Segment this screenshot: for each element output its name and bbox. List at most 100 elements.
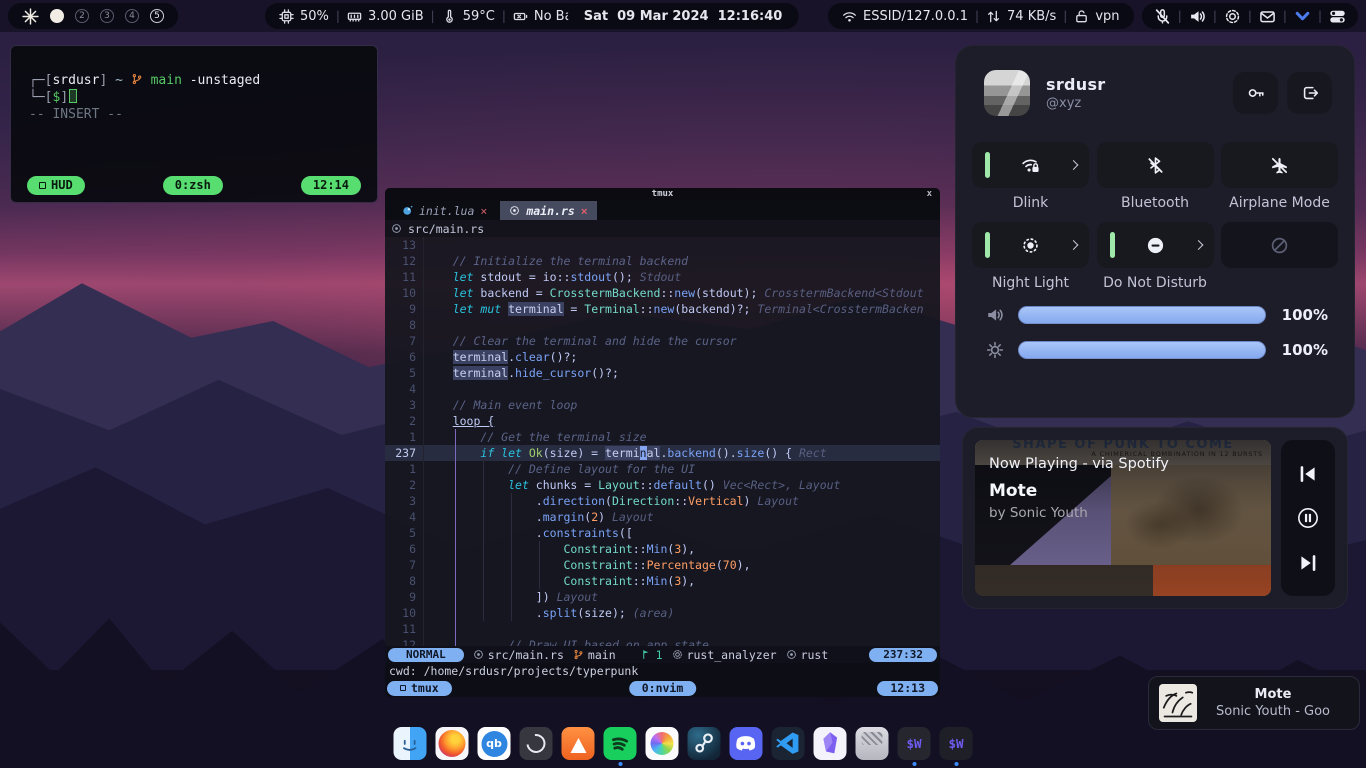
dock-icon-steam[interactable] (688, 727, 721, 760)
toggle-button-idle[interactable] (1221, 222, 1338, 268)
slider-value: 100% (1280, 306, 1328, 324)
line-number: 8 (385, 317, 423, 333)
lock-keys-button[interactable] (1233, 72, 1278, 114)
dock-icon-qbittorrent[interactable]: qb (478, 727, 511, 760)
dock-icon-discord[interactable] (730, 727, 763, 760)
volume-slider[interactable] (1018, 306, 1266, 324)
thermometer-icon (442, 9, 457, 24)
discord-icon (730, 727, 763, 760)
workspace-4[interactable]: 4 (125, 9, 139, 23)
code-token: (stdout); (695, 286, 764, 300)
code-line: 2 loop { (385, 413, 940, 429)
speaker-icon[interactable] (1189, 8, 1206, 25)
dock-icon-trash[interactable] (856, 727, 889, 760)
tmux-session[interactable]: tmux (387, 681, 452, 696)
tmux-clock: 12:13 (877, 681, 938, 696)
tab-close-icon[interactable]: × (581, 204, 588, 218)
mic-muted-icon[interactable] (1154, 8, 1171, 25)
tab-close-icon[interactable]: × (480, 204, 487, 218)
code-token: 70 (723, 558, 737, 572)
workspace-3[interactable]: 3 (100, 9, 114, 23)
code-token: Layout (612, 510, 654, 524)
dock-icon-vscode[interactable] (772, 727, 805, 760)
system-tray: ||||| (1142, 3, 1358, 29)
code-token: Min (647, 574, 668, 588)
code-token (425, 590, 536, 604)
brightness-slider[interactable] (1018, 341, 1266, 359)
line-number: 4 (385, 381, 423, 397)
chevron-right-icon[interactable] (1069, 240, 1079, 250)
prompt-user: srdusr (52, 73, 99, 88)
chevron-right-icon[interactable] (1193, 240, 1203, 250)
code-token: let (508, 478, 536, 492)
toggles-icon[interactable] (1329, 8, 1346, 25)
dock-icon-spotify[interactable] (604, 727, 637, 760)
code-token: (size); (577, 606, 632, 620)
vlc-icon (562, 727, 595, 760)
chevron-right-icon[interactable] (1069, 160, 1079, 170)
line-number: 8 (385, 573, 423, 589)
toggle-button-airplane-mode[interactable] (1221, 142, 1338, 188)
dock-icon-obsidian[interactable] (814, 727, 847, 760)
code-token: terminal (453, 350, 508, 364)
toggle-button-do-not-disturb[interactable] (1097, 222, 1214, 268)
tmux-session-hud[interactable]: HUD (27, 176, 85, 195)
close-button[interactable]: x (927, 188, 932, 201)
statusline-diagnostics[interactable]: 1 (641, 648, 663, 662)
code-token: ]) (536, 590, 557, 604)
dock-icon-photos[interactable] (646, 727, 679, 760)
toggle-button-dlink[interactable] (972, 142, 1089, 188)
tab-init.lua[interactable]: init.lua× (393, 201, 496, 220)
notification[interactable]: Mote Sonic Youth - Goo (1148, 676, 1360, 730)
previous-track-icon[interactable] (1297, 463, 1319, 485)
code-token (425, 430, 480, 444)
code-area[interactable]: 1312 // Initialize the terminal backend1… (385, 237, 940, 646)
logout-button[interactable] (1287, 72, 1332, 114)
dock-icon-file-manager[interactable] (394, 727, 427, 760)
code-line: 3 .direction(Direction::Vertical) Layout (385, 493, 940, 509)
workspace-2[interactable]: 2 (75, 9, 89, 23)
dock-icon-app-swirl[interactable] (520, 727, 553, 760)
dock-icon-vlc[interactable] (562, 727, 595, 760)
pause-circle-icon[interactable] (1297, 507, 1319, 529)
code-token (425, 462, 508, 476)
notification-text: Mote Sonic Youth - Goo (1197, 687, 1349, 719)
statusline-file[interactable]: src/main.rs (473, 648, 564, 662)
divider (495, 9, 513, 24)
dock-icon-dollar-w2[interactable]: $W (940, 727, 973, 760)
code-token: . (508, 366, 515, 380)
gear-icon[interactable] (1224, 8, 1241, 25)
terminal-window[interactable]: ┌─[srdusr] ~ main -unstaged └─[$] -- INS… (10, 45, 378, 203)
code-line: 9 let mut terminal = Terminal::new(backe… (385, 301, 940, 317)
toggle-button-night-light[interactable] (972, 222, 1089, 268)
clock[interactable]: Sat 09 Mar 2024 12:16:40 (568, 3, 799, 29)
workspace-1[interactable] (50, 9, 64, 23)
workspace-5[interactable]: 5 (150, 9, 164, 23)
statusline-branch[interactable]: main (573, 648, 616, 662)
editor-window[interactable]: tmux x init.lua×main.rs× src/main.rs 131… (385, 188, 940, 697)
toggle-button-bluetooth[interactable] (1097, 142, 1214, 188)
code-token (425, 526, 536, 540)
dock-icon-dollar-w[interactable]: $W (898, 727, 931, 760)
photos-icon (646, 727, 679, 760)
code-token (425, 350, 453, 364)
media-player-card: SHAPE OF PUNK TO COME A CHIMERICAL BOMBI… (962, 427, 1348, 609)
window-titlebar[interactable]: tmux x (385, 188, 940, 201)
notification-body: Sonic Youth - Goo (1197, 704, 1349, 719)
code-token: (size) = (543, 446, 605, 460)
next-track-icon[interactable] (1297, 552, 1319, 574)
tmux-window-zsh[interactable]: 0:zsh (163, 176, 223, 195)
code-line: 1 // Define layout for the UI (385, 461, 940, 477)
system-stats-pill[interactable]: 50% 3.00 GiB 59°C No Bat (265, 3, 592, 29)
network-pill[interactable]: ESSID/127.0.0.1 74 KB/s vpn (828, 3, 1134, 29)
tmux-window-nvim[interactable]: 0:nvim (629, 681, 697, 696)
chevron-down-icon[interactable] (1294, 8, 1311, 25)
code-line: 1 // Get the terminal size (385, 429, 940, 445)
code-token: hide_cursor (515, 366, 591, 380)
code-token: Constraint (563, 574, 632, 588)
code-text: // Clear the terminal and hide the curso… (423, 333, 940, 349)
code-token: // Define layout for the UI (508, 462, 695, 476)
dock-icon-firefox[interactable] (436, 727, 469, 760)
mail-icon[interactable] (1259, 8, 1276, 25)
tab-main.rs[interactable]: main.rs× (500, 201, 596, 220)
